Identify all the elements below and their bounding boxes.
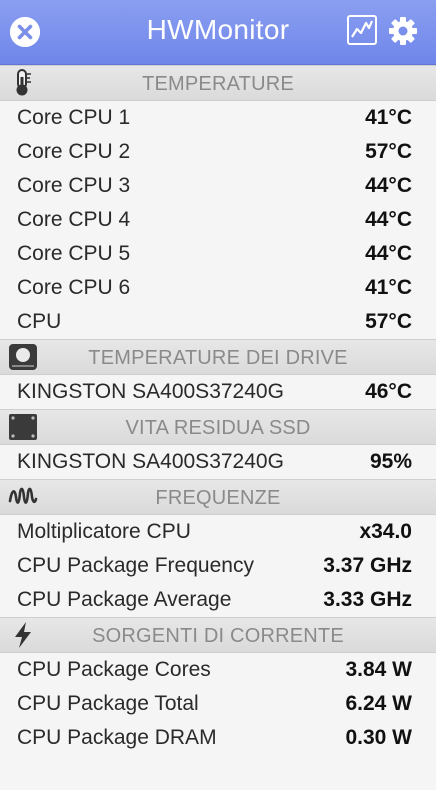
- section-header-frequencies: FREQUENZE: [0, 479, 436, 515]
- section-header-power-sources: SORGENTI DI CORRENTE: [0, 617, 436, 653]
- settings-button[interactable]: [386, 14, 420, 48]
- title-bar: HWMonitor: [0, 0, 436, 65]
- chart-button[interactable]: [347, 15, 377, 45]
- row-core-cpu-2: Core CPU 2 57°C: [17, 140, 412, 163]
- hwmonitor-window: HWMonitor TEMPERATURE Core CPU 1 41°C Co…: [0, 0, 436, 790]
- row-core-cpu-3: Core CPU 3 44°C: [17, 174, 412, 197]
- row-drive-temperature: KINGSTON SA400S37240G 46°C: [17, 380, 412, 403]
- row-cpu: CPU 57°C: [17, 310, 412, 333]
- row-cpu-package-total: CPU Package Total 6.24 W: [17, 692, 412, 715]
- row-cpu-package-frequency: CPU Package Frequency 3.37 GHz: [17, 554, 412, 577]
- row-core-cpu-1: Core CPU 1 41°C: [17, 106, 412, 129]
- section-header-ssd-life: VITA RESIDUA SSD: [0, 409, 436, 445]
- row-cpu-package-cores: CPU Package Cores 3.84 W: [17, 658, 412, 681]
- chart-icon: [351, 20, 374, 38]
- section-header-drive-temperature: TEMPERATURE DEI DRIVE: [0, 339, 436, 375]
- row-cpu-package-dram: CPU Package DRAM 0.30 W: [17, 726, 412, 749]
- section-header-temperature: TEMPERATURE: [0, 65, 436, 101]
- row-cpu-multiplier: Moltiplicatore CPU x34.0: [17, 520, 412, 543]
- row-core-cpu-5: Core CPU 5 44°C: [17, 242, 412, 265]
- row-cpu-package-average: CPU Package Average 3.33 GHz: [17, 588, 412, 611]
- row-ssd-life: KINGSTON SA400S37240G 95%: [17, 450, 412, 473]
- row-core-cpu-6: Core CPU 6 41°C: [17, 276, 412, 299]
- gear-icon: [389, 17, 417, 45]
- row-core-cpu-4: Core CPU 4 44°C: [17, 208, 412, 231]
